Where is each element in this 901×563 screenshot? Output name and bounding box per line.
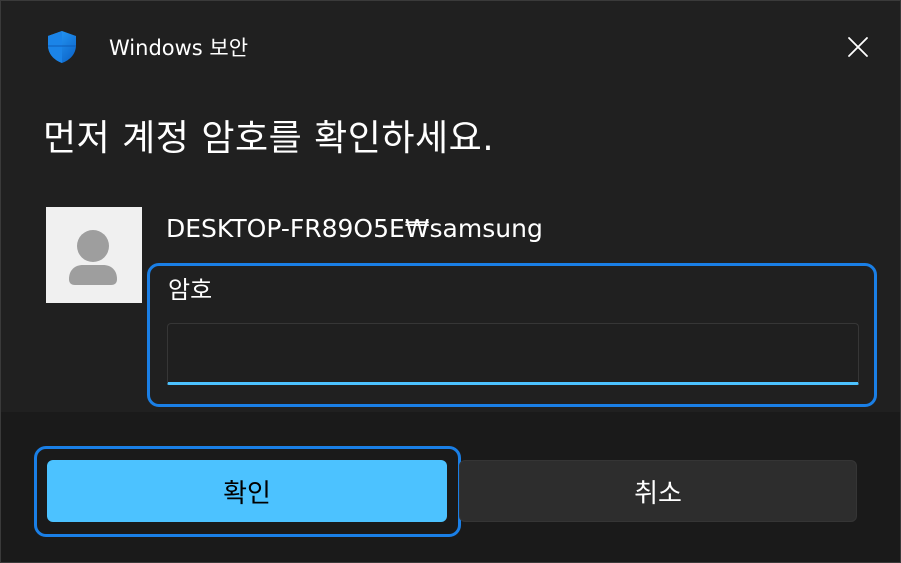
prompt-heading: 먼저 계정 암호를 확인하세요. <box>43 118 495 159</box>
password-field[interactable] <box>167 323 859 385</box>
cancel-button[interactable]: 취소 <box>459 460 857 522</box>
account-name: DESKTOP-FR89O5E₩samsung <box>166 214 543 243</box>
password-label: 암호 <box>168 276 213 304</box>
user-avatar-icon <box>69 230 117 285</box>
dialog-title: Windows 보안 <box>109 36 249 60</box>
avatar <box>46 207 142 303</box>
close-icon <box>848 37 868 57</box>
ok-button[interactable]: 확인 <box>47 460 447 522</box>
close-button[interactable] <box>839 28 877 66</box>
windows-security-dialog: Windows 보안 먼저 계정 암호를 확인하세요. DESKTOP-FR89… <box>0 0 901 563</box>
windows-security-shield-icon <box>48 31 76 63</box>
